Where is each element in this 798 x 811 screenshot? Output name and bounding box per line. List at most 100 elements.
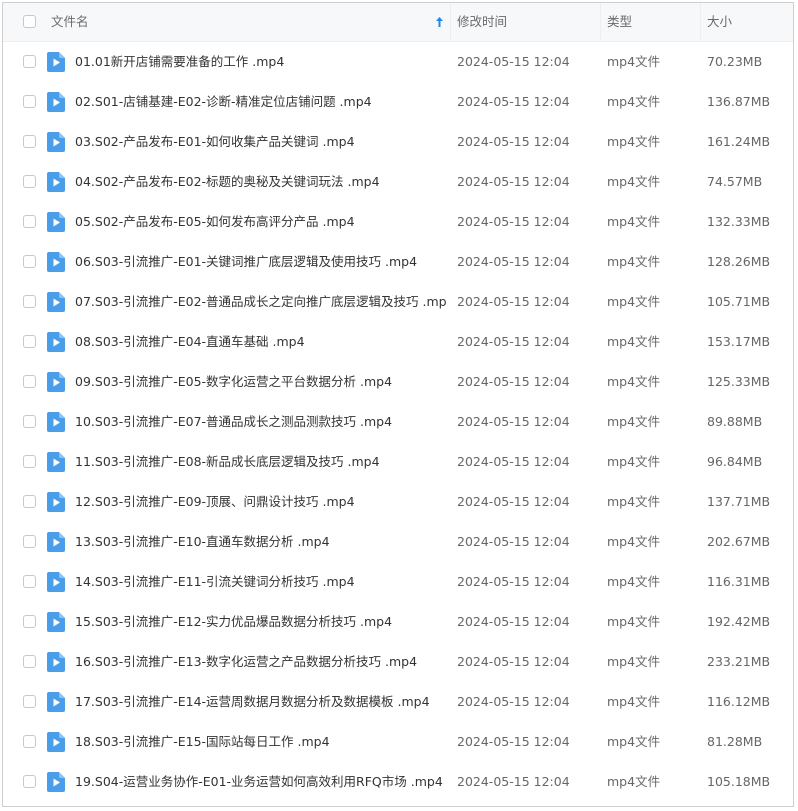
file-row[interactable]: 05.S02-产品发布-E05-如何发布高评分产品 .mp4 2024-05-1… [3, 202, 793, 242]
video-file-icon [47, 372, 65, 392]
file-name[interactable]: 15.S03-引流推广-E12-实力优品爆品数据分析技巧 .mp4 [75, 602, 447, 642]
row-checkbox[interactable] [23, 575, 36, 588]
video-file-icon [47, 692, 65, 712]
file-size: 116.12MB [707, 694, 771, 709]
file-row[interactable]: 15.S03-引流推广-E12-实力优品爆品数据分析技巧 .mp4 2024-0… [3, 602, 793, 642]
file-row[interactable]: 02.S01-店铺基建-E02-诊断-精准定位店铺问题 .mp4 2024-05… [3, 82, 793, 122]
column-divider[interactable] [700, 3, 701, 41]
file-row[interactable]: 09.S03-引流推广-E05-数字化运营之平台数据分析 .mp4 2024-0… [3, 362, 793, 402]
file-list-window: 文件名 修改时间 类型 大小 01.01新开店铺需要准备的工作 .mp4 202… [2, 2, 794, 807]
file-list-header: 文件名 修改时间 类型 大小 [3, 3, 793, 42]
file-row[interactable]: 04.S02-产品发布-E02-标题的奥秘及关键词玩法 .mp4 2024-05… [3, 162, 793, 202]
file-name[interactable]: 17.S03-引流推广-E14-运营周数据月数据分析及数据模板 .mp4 [75, 682, 447, 722]
video-file-icon [47, 92, 65, 112]
select-all-checkbox[interactable] [23, 15, 36, 28]
file-row[interactable]: 03.S02-产品发布-E01-如何收集产品关键词 .mp4 2024-05-1… [3, 122, 793, 162]
file-modified-time: 2024-05-15 12:04 [457, 494, 570, 509]
row-checkbox[interactable] [23, 695, 36, 708]
row-checkbox[interactable] [23, 495, 36, 508]
file-name[interactable]: 14.S03-引流推广-E11-引流关键词分析技巧 .mp4 [75, 562, 447, 602]
file-name[interactable]: 19.S04-运营业务协作-E01-业务运营如何高效利用RFQ市场 .mp4 [75, 762, 447, 802]
file-modified-time: 2024-05-15 12:04 [457, 454, 570, 469]
file-name[interactable]: 07.S03-引流推广-E02-普通品成长之定向推广底层逻辑及技巧 .mp4 [75, 282, 447, 322]
file-modified-time: 2024-05-15 12:04 [457, 694, 570, 709]
file-name[interactable]: 06.S03-引流推广-E01-关键词推广底层逻辑及使用技巧 .mp4 [75, 242, 447, 282]
row-checkbox[interactable] [23, 335, 36, 348]
file-row[interactable]: 06.S03-引流推广-E01-关键词推广底层逻辑及使用技巧 .mp4 2024… [3, 242, 793, 282]
row-checkbox[interactable] [23, 215, 36, 228]
row-checkbox[interactable] [23, 135, 36, 148]
file-name[interactable]: 09.S03-引流推广-E05-数字化运营之平台数据分析 .mp4 [75, 362, 447, 402]
file-modified-time: 2024-05-15 12:04 [457, 174, 570, 189]
file-type: mp4文件 [607, 654, 661, 669]
file-size: 116.31MB [707, 574, 771, 589]
row-checkbox[interactable] [23, 175, 36, 188]
file-name[interactable]: 12.S03-引流推广-E09-顶展、问鼎设计技巧 .mp4 [75, 482, 447, 522]
row-checkbox[interactable] [23, 95, 36, 108]
file-name[interactable]: 16.S03-引流推广-E13-数字化运营之产品数据分析技巧 .mp4 [75, 642, 447, 682]
file-row[interactable]: 12.S03-引流推广-E09-顶展、问鼎设计技巧 .mp4 2024-05-1… [3, 482, 793, 522]
file-type: mp4文件 [607, 454, 661, 469]
row-checkbox[interactable] [23, 295, 36, 308]
file-size: 125.33MB [707, 374, 771, 389]
file-row[interactable]: 19.S04-运营业务协作-E01-业务运营如何高效利用RFQ市场 .mp4 2… [3, 762, 793, 802]
file-modified-time: 2024-05-15 12:04 [457, 334, 570, 349]
row-checkbox[interactable] [23, 615, 36, 628]
row-checkbox[interactable] [23, 775, 36, 788]
file-name[interactable]: 13.S03-引流推广-E10-直通车数据分析 .mp4 [75, 522, 447, 562]
file-name[interactable]: 18.S03-引流推广-E15-国际站每日工作 .mp4 [75, 722, 447, 762]
column-header-modified-time[interactable]: 修改时间 [457, 3, 597, 41]
file-name[interactable]: 10.S03-引流推广-E07-普通品成长之测品测款技巧 .mp4 [75, 402, 447, 442]
file-type: mp4文件 [607, 574, 661, 589]
file-name[interactable]: 01.01新开店铺需要准备的工作 .mp4 [75, 42, 447, 82]
video-file-icon [47, 412, 65, 432]
file-size: 105.71MB [707, 294, 771, 309]
video-file-icon [47, 492, 65, 512]
column-header-type[interactable]: 类型 [607, 3, 697, 41]
file-row[interactable]: 17.S03-引流推广-E14-运营周数据月数据分析及数据模板 .mp4 202… [3, 682, 793, 722]
row-checkbox[interactable] [23, 535, 36, 548]
file-row[interactable]: 14.S03-引流推广-E11-引流关键词分析技巧 .mp4 2024-05-1… [3, 562, 793, 602]
column-header-name[interactable]: 文件名 [51, 3, 449, 41]
column-divider[interactable] [450, 3, 451, 41]
file-name[interactable]: 04.S02-产品发布-E02-标题的奥秘及关键词玩法 .mp4 [75, 162, 447, 202]
file-row[interactable]: 07.S03-引流推广-E02-普通品成长之定向推广底层逻辑及技巧 .mp4 2… [3, 282, 793, 322]
video-file-icon [47, 572, 65, 592]
file-row[interactable]: 11.S03-引流推广-E08-新品成长底层逻辑及技巧 .mp4 2024-05… [3, 442, 793, 482]
file-type: mp4文件 [607, 774, 661, 789]
video-file-icon [47, 252, 65, 272]
file-type: mp4文件 [607, 534, 661, 549]
file-size: 128.26MB [707, 254, 771, 269]
file-name[interactable]: 03.S02-产品发布-E01-如何收集产品关键词 .mp4 [75, 122, 447, 162]
row-checkbox[interactable] [23, 415, 36, 428]
file-modified-time: 2024-05-15 12:04 [457, 134, 570, 149]
row-checkbox[interactable] [23, 375, 36, 388]
file-name[interactable]: 02.S01-店铺基建-E02-诊断-精准定位店铺问题 .mp4 [75, 82, 447, 122]
file-row[interactable]: 10.S03-引流推广-E07-普通品成长之测品测款技巧 .mp4 2024-0… [3, 402, 793, 442]
file-row[interactable]: 01.01新开店铺需要准备的工作 .mp4 2024-05-15 12:04 m… [3, 42, 793, 82]
column-header-size[interactable]: 大小 [707, 3, 787, 41]
file-modified-time: 2024-05-15 12:04 [457, 534, 570, 549]
row-checkbox[interactable] [23, 655, 36, 668]
file-type: mp4文件 [607, 414, 661, 429]
row-checkbox[interactable] [23, 455, 36, 468]
file-modified-time: 2024-05-15 12:04 [457, 254, 570, 269]
row-checkbox[interactable] [23, 55, 36, 68]
file-name[interactable]: 11.S03-引流推广-E08-新品成长底层逻辑及技巧 .mp4 [75, 442, 447, 482]
file-row[interactable]: 08.S03-引流推广-E04-直通车基础 .mp4 2024-05-15 12… [3, 322, 793, 362]
file-row[interactable]: 18.S03-引流推广-E15-国际站每日工作 .mp4 2024-05-15 … [3, 722, 793, 762]
file-row[interactable]: 13.S03-引流推广-E10-直通车数据分析 .mp4 2024-05-15 … [3, 522, 793, 562]
file-row[interactable]: 16.S03-引流推广-E13-数字化运营之产品数据分析技巧 .mp4 2024… [3, 642, 793, 682]
file-name[interactable]: 08.S03-引流推广-E04-直通车基础 .mp4 [75, 322, 447, 362]
file-size: 74.57MB [707, 174, 763, 189]
file-size: 70.23MB [707, 54, 763, 69]
row-checkbox[interactable] [23, 255, 36, 268]
video-file-icon [47, 132, 65, 152]
sort-ascending-arrow-icon[interactable] [435, 16, 444, 28]
file-name[interactable]: 05.S02-产品发布-E05-如何发布高评分产品 .mp4 [75, 202, 447, 242]
column-divider[interactable] [600, 3, 601, 41]
file-modified-time: 2024-05-15 12:04 [457, 94, 570, 109]
file-list: 01.01新开店铺需要准备的工作 .mp4 2024-05-15 12:04 m… [3, 42, 793, 802]
row-checkbox[interactable] [23, 735, 36, 748]
file-modified-time: 2024-05-15 12:04 [457, 294, 570, 309]
